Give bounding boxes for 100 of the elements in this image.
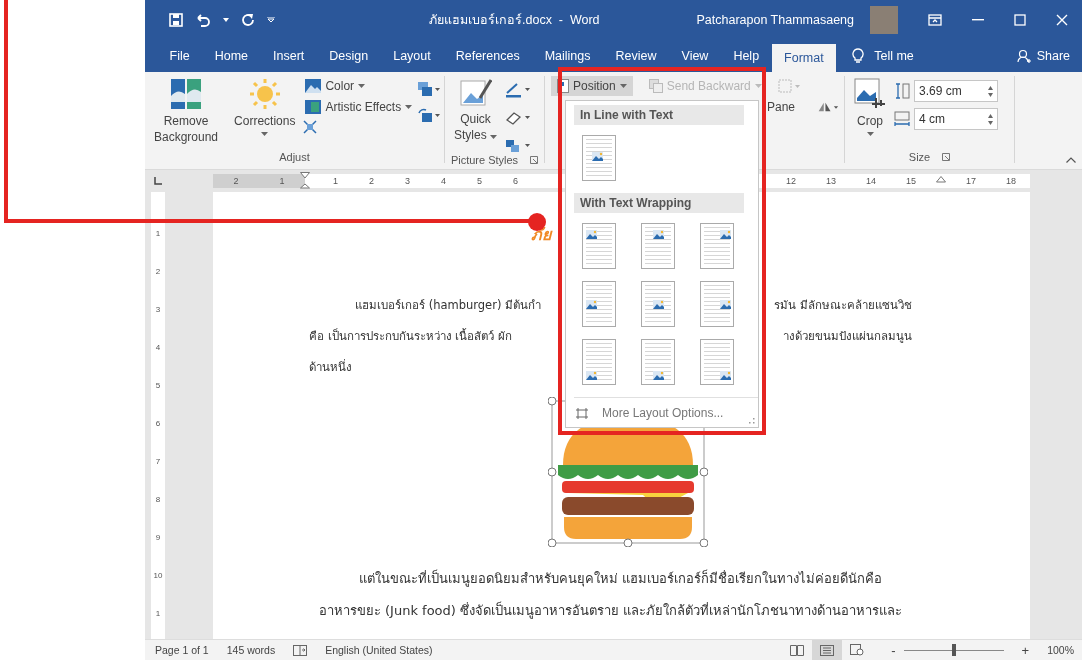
margin-marker-icon[interactable] [935, 176, 946, 186]
picture-layout-icon[interactable] [505, 138, 531, 154]
ruler-number: 2 [233, 176, 239, 186]
customize-icon[interactable] [267, 17, 275, 23]
dialog-launcher-icon[interactable] [942, 153, 951, 161]
picture-icon [653, 300, 664, 309]
picture-icon [720, 230, 731, 239]
picture-icon [653, 230, 664, 239]
group-label: Size [908, 151, 931, 163]
color-button[interactable]: Color [303, 78, 368, 94]
picture-icon [586, 300, 597, 309]
minimize-icon[interactable] [972, 19, 984, 21]
lightbulb-icon[interactable] [852, 48, 865, 64]
pen-line-icon[interactable] [505, 82, 531, 98]
ribbon-tab[interactable]: View [669, 40, 721, 72]
maximize-icon[interactable] [1014, 14, 1026, 26]
compress-pictures-icon[interactable] [303, 120, 318, 134]
ribbon-tab[interactable]: Home [202, 40, 261, 72]
paragraph-text: แต่ในขณะที่เป็นเมนูยอดนิยมสำหรับคนยุคใหม่ แฮมเบอร์เกอร์ก็มีชื่อเรียกในทางไม่ค่อยดีนักคือ [357, 569, 883, 589]
ruler-number: 5 [155, 380, 161, 392]
rotate-icon[interactable] [817, 100, 839, 114]
quick-styles-button[interactable]: Quick Styles [450, 76, 501, 145]
frame-icon [576, 407, 588, 419]
change-picture-icon[interactable] [418, 82, 441, 96]
ribbon-display-icon[interactable] [928, 14, 942, 26]
picture-icon [592, 152, 603, 161]
picture-icon [305, 79, 322, 93]
ribbon-tab[interactable]: Insert [260, 40, 317, 72]
close-icon[interactable] [1056, 14, 1068, 26]
menu-section-header: With Text Wrapping [574, 193, 744, 213]
print-layout-icon[interactable] [812, 640, 843, 660]
ruler-number: 3 [405, 176, 411, 186]
menu-section-header: In Line with Text [574, 105, 744, 125]
more-layout-options-item[interactable]: More Layout Options... [574, 404, 726, 422]
ribbon-tab[interactable]: References [443, 40, 533, 72]
collapse-ribbon-icon[interactable] [1066, 157, 1076, 163]
caret-icon [619, 84, 627, 88]
ruler-number: 1 [155, 228, 161, 240]
caret-icon [405, 105, 413, 109]
save-icon[interactable] [169, 13, 183, 27]
share-button[interactable]: Share [1036, 49, 1070, 63]
crop-icon [854, 78, 886, 110]
spin-arrows-icon[interactable] [988, 85, 993, 97]
selection-pane-button[interactable]: Pane [767, 100, 796, 114]
paragraph-text: ด้านหนึ่ง [309, 358, 352, 376]
ribbon-tab[interactable]: Review [603, 40, 669, 72]
ribbon-tab[interactable]: File [157, 40, 203, 72]
picture-icon [305, 100, 322, 114]
caret-icon [754, 84, 762, 88]
ruler-number: 9 [155, 532, 161, 544]
ribbon-tab[interactable]: Help [720, 40, 772, 72]
ruler-number: 8 [155, 494, 161, 506]
word-count[interactable]: 145 words [226, 644, 276, 656]
indent-marker-icon[interactable] [300, 172, 310, 190]
caret-icon [490, 135, 497, 139]
spin-arrows-icon[interactable] [988, 113, 993, 125]
tell-me-search[interactable]: Tell me [874, 49, 914, 63]
eraser-shape-icon[interactable] [505, 110, 531, 126]
ribbon-tab[interactable]: Design [316, 40, 381, 72]
corrections-button[interactable]: Corrections [230, 76, 300, 138]
artistic-effects-button[interactable]: Artistic Effects [303, 99, 415, 115]
stacked-squares-icon [648, 79, 663, 93]
group-label: Adjust [278, 151, 311, 163]
user-name[interactable]: Patcharapon Thammasaeng [696, 13, 854, 27]
language-indicator[interactable]: English (United States) [325, 644, 433, 656]
dialog-launcher-icon[interactable] [530, 156, 539, 164]
ruler-number: 4 [441, 176, 447, 186]
ruler-number: 4 [155, 342, 161, 354]
crop-button[interactable]: Crop [850, 76, 890, 138]
ribbon-tab[interactable]: Mailings [532, 40, 603, 72]
landscape-icon [170, 78, 202, 110]
position-button[interactable]: Position [551, 76, 633, 96]
page-count[interactable]: Page 1 of 1 [155, 644, 209, 656]
ruler-number: 13 [825, 176, 836, 186]
proofing-icon[interactable] [293, 644, 308, 656]
paragraph-text: คือ เป็นการประกบกันระหว่าง เนื้อสัตว์ ผัก [309, 327, 512, 345]
zoom-level[interactable]: 100% [1047, 644, 1074, 656]
picture-icon [720, 371, 731, 380]
caret-icon [866, 132, 874, 136]
remove-background-button[interactable]: Remove Background [150, 76, 223, 147]
ribbon-tab[interactable]: Format [771, 44, 837, 72]
ruler-number: 3 [155, 304, 161, 316]
paragraph-text: รมัน มีลักษณะคล้ายแซนวิช [774, 297, 912, 314]
ruler-number: 5 [477, 176, 483, 186]
ruler-number: 18 [1006, 176, 1016, 186]
reset-picture-icon[interactable] [418, 108, 441, 122]
resize-grip-icon[interactable] [749, 418, 755, 424]
redo-icon[interactable] [241, 13, 255, 27]
zoom-in-button[interactable]: + [1021, 642, 1030, 658]
caret-icon[interactable] [223, 18, 229, 22]
undo-icon[interactable] [195, 13, 211, 27]
group-label: Picture Styles [450, 154, 519, 166]
ribbon-tab[interactable]: Layout [380, 40, 444, 72]
zoom-out-button[interactable]: - [891, 642, 896, 658]
height-field[interactable]: 3.69 cm [914, 80, 998, 102]
width-field[interactable]: 4 cm [914, 108, 998, 130]
zoom-slider-thumb[interactable] [951, 644, 956, 656]
window-title: ภัยแฮมเบอร์เกอร์.docx - Word [429, 12, 600, 29]
person-icon[interactable] [1016, 49, 1031, 63]
height-icon [894, 83, 910, 99]
